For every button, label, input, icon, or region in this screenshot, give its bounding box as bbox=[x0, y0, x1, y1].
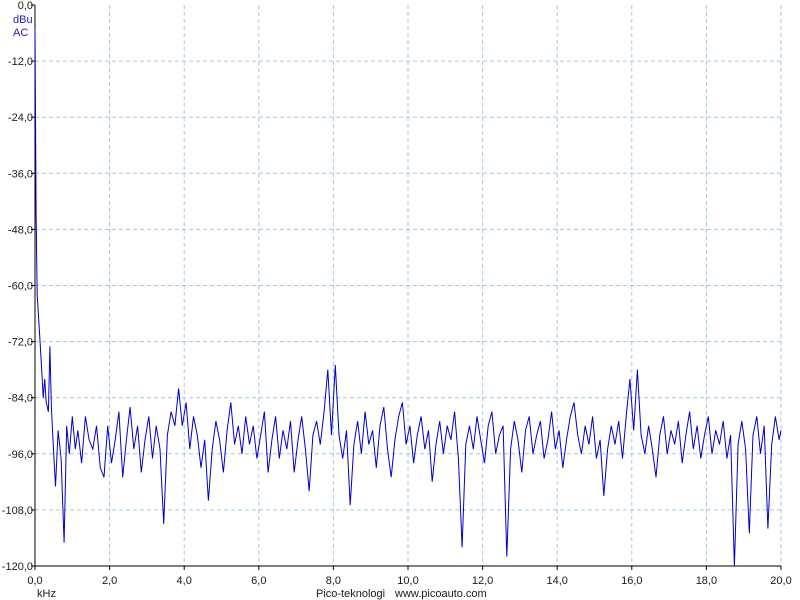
y-tick-label: -36,0 bbox=[8, 168, 33, 180]
grid-lines bbox=[35, 5, 782, 566]
y-tick-label: -96,0 bbox=[8, 449, 33, 461]
y-tick-label: -48,0 bbox=[8, 224, 33, 236]
x-tick-label: 18,0 bbox=[696, 575, 717, 587]
x-tick-label: 16,0 bbox=[621, 575, 642, 587]
x-unit-label: kHz bbox=[37, 588, 56, 600]
y-tick-labels: 0,0 -12,0 -24,0 -36,0 -48,0 -60,0 -72,0 -84,0 -9… bbox=[2, 0, 33, 573]
y-tick-label: -120,0 bbox=[2, 561, 33, 573]
footer-brand: Pico-teknologi bbox=[316, 588, 385, 600]
x-tick-label: 6,0 bbox=[251, 575, 266, 587]
x-tick-label: 4,0 bbox=[177, 575, 192, 587]
y-unit-label: dBu bbox=[13, 14, 33, 26]
y-tick-label: -84,0 bbox=[8, 393, 33, 405]
y-tick-label: -108,0 bbox=[2, 505, 33, 517]
x-tick-label: 2,0 bbox=[102, 575, 117, 587]
y-tick-label: 0,0 bbox=[18, 0, 33, 12]
axes bbox=[31, 4, 782, 570]
y-tick-label: -72,0 bbox=[8, 337, 33, 349]
x-tick-label: 10,0 bbox=[397, 575, 418, 587]
y-tick-label: -12,0 bbox=[8, 56, 33, 68]
y-tick-label: -60,0 bbox=[8, 281, 33, 293]
footer-url: www.picoauto.com bbox=[394, 588, 487, 600]
y-mode-label: AC bbox=[13, 27, 28, 39]
x-tick-label: 12,0 bbox=[472, 575, 493, 587]
spectrum-trace bbox=[34, 28, 782, 567]
x-tick-label: 8,0 bbox=[326, 575, 341, 587]
spectrum-chart: 0,0 -12,0 -24,0 -36,0 -48,0 -60,0 -72,0 -84,0 -9… bbox=[2, 0, 792, 600]
x-tick-label: 20,0 bbox=[770, 575, 791, 587]
y-tick-label: -24,0 bbox=[8, 112, 33, 124]
x-tick-labels: 0,0 2,0 4,0 6,0 8,0 10,0 12,0 14,0 16,0 18,0 20,0 bbox=[27, 575, 791, 587]
x-tick-label: 0,0 bbox=[27, 575, 42, 587]
x-tick-label: 14,0 bbox=[546, 575, 567, 587]
